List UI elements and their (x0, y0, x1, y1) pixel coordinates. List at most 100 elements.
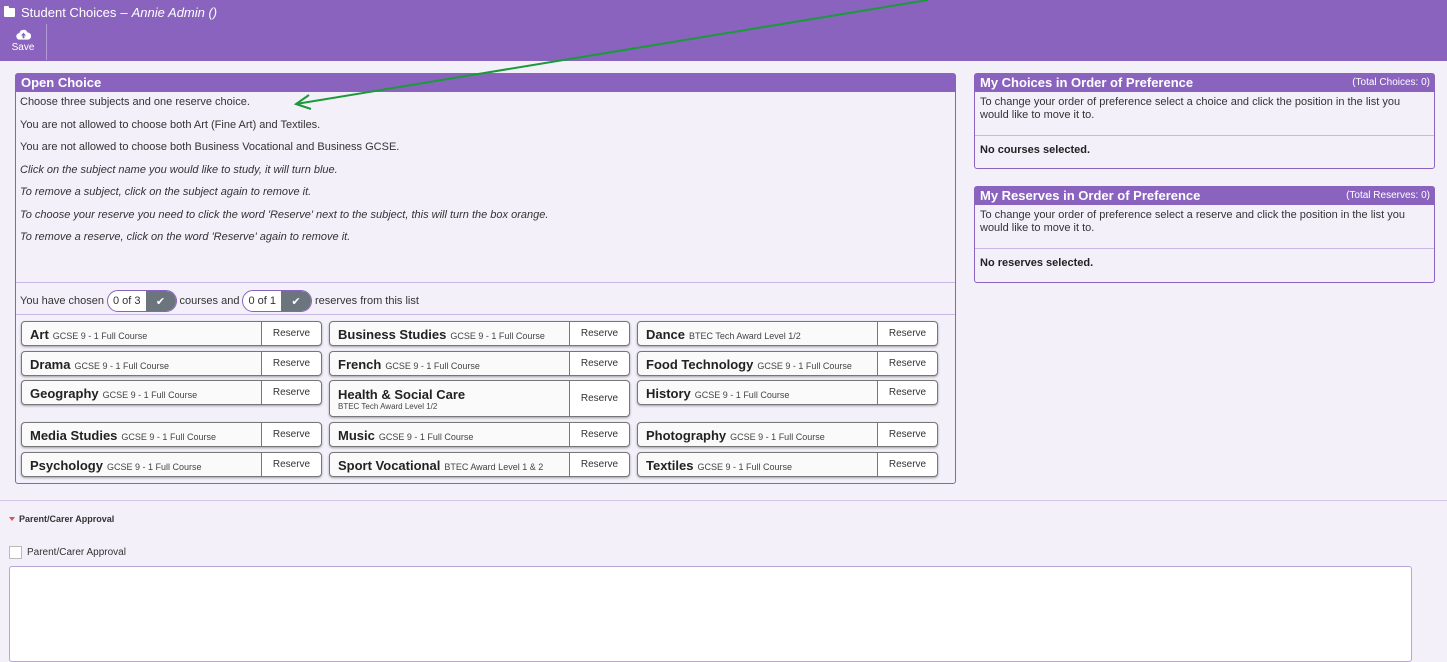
reserves-counter: 0 of 1 ✔ (242, 290, 312, 312)
course-level: BTEC Tech Award Level 1/2 (689, 331, 801, 341)
course-name: Business Studies GCSE 9 - 1 Full Course (338, 327, 545, 342)
course-drama[interactable]: Drama GCSE 9 - 1 Full Course Reserve (21, 351, 322, 376)
course-business-studies[interactable]: Business Studies GCSE 9 - 1 Full Course R… (329, 321, 630, 346)
section-divider (0, 500, 1447, 501)
approval-section-toggle[interactable]: Parent/Carer Approval (9, 514, 114, 524)
instruction-line: You are not allowed to choose both Busin… (20, 141, 400, 153)
my-choices-empty: No courses selected. (980, 144, 1091, 156)
reserve-button[interactable]: Reserve (569, 381, 629, 416)
course-media-studies[interactable]: Media Studies GCSE 9 - 1 Full Course Rese… (21, 422, 322, 447)
course-level: GCSE 9 - 1 Full Course (74, 361, 169, 371)
course-name: Music GCSE 9 - 1 Full Course (338, 428, 474, 443)
reserve-button[interactable]: Reserve (877, 352, 937, 375)
instructions: Choose three subjects and one reserve ch… (16, 92, 955, 245)
total-choices: (Total Choices: 0) (1352, 77, 1430, 88)
course-name: Geography GCSE 9 - 1 Full Course (30, 386, 198, 401)
instruction-line: To remove a reserve, click on the word '… (20, 231, 351, 243)
course-level: BTEC Tech Award Level 1/2 (338, 402, 438, 411)
course-name: Photography GCSE 9 - 1 Full Course (646, 428, 825, 443)
course-level: GCSE 9 - 1 Full Course (385, 361, 480, 371)
title-text: Student Choices (21, 5, 117, 20)
title-dash: – (120, 5, 128, 20)
my-reserves-help: To change your order of preference selec… (975, 205, 1434, 249)
reserves-count: 0 of 1 (248, 295, 276, 307)
course-name: Food Technology GCSE 9 - 1 Full Course (646, 357, 852, 372)
course-level: BTEC Award Level 1 & 2 (444, 462, 544, 472)
course-name: Drama GCSE 9 - 1 Full Course (30, 357, 169, 372)
course-name: Media Studies GCSE 9 - 1 Full Course (30, 428, 216, 443)
chosen-summary: You have chosen 0 of 3 ✔ courses and 0 o… (20, 290, 419, 312)
instruction-line: Choose three subjects and one reserve ch… (20, 96, 250, 108)
reserve-button[interactable]: Reserve (877, 322, 937, 345)
save-button[interactable]: Save (0, 24, 47, 60)
reserve-button[interactable]: Reserve (261, 352, 321, 375)
course-name: Psychology GCSE 9 - 1 Full Course (30, 458, 202, 473)
course-art[interactable]: Art GCSE 9 - 1 Full Course Reserve (21, 321, 322, 346)
course-name: Health & Social Care (338, 387, 466, 402)
course-name: French GCSE 9 - 1 Full Course (338, 357, 480, 372)
course-level: GCSE 9 - 1 Full Course (102, 390, 198, 400)
approval-checkbox[interactable] (9, 546, 22, 559)
course-level: GCSE 9 - 1 Full Course (694, 390, 790, 400)
reserve-button[interactable]: Reserve (877, 423, 937, 446)
caret-down-icon (9, 517, 15, 521)
my-reserves-header: My Reserves in Order of Preference (Tota… (975, 187, 1434, 205)
instruction-line: Click on the subject name you would like… (20, 163, 338, 176)
top-bar: Student Choices – Annie Admin () Save (0, 0, 1447, 61)
course-level: GCSE 9 - 1 Full Course (121, 432, 216, 442)
course-food-technology[interactable]: Food Technology GCSE 9 - 1 Full Course Re… (637, 351, 938, 376)
courses-count: 0 of 3 (113, 295, 141, 307)
approval-section-label: Parent/Carer Approval (19, 514, 115, 524)
reserve-button[interactable]: Reserve (877, 381, 937, 404)
my-reserves-empty: No reserves selected. (980, 257, 1094, 269)
reserve-button[interactable]: Reserve (261, 423, 321, 446)
my-choices-panel: My Choices in Order of Preference (Total… (974, 73, 1435, 169)
course-health-social-care[interactable]: Health & Social Care BTEC Tech Award Lev… (329, 380, 630, 417)
course-psychology[interactable]: Psychology GCSE 9 - 1 Full Course Reserve (21, 452, 322, 477)
instruction-line: You are not allowed to choose both Art (… (20, 118, 321, 131)
divider (16, 282, 955, 283)
check-icon: ✔ (145, 291, 176, 311)
course-level: GCSE 9 - 1 Full Course (106, 462, 202, 472)
approval-checkbox-label: Parent/Carer Approval (27, 547, 126, 558)
approval-notes-textarea[interactable] (9, 566, 1412, 662)
course-level: GCSE 9 - 1 Full Course (378, 432, 474, 442)
course-history[interactable]: History GCSE 9 - 1 Full Course Reserve (637, 380, 938, 405)
reserve-button[interactable]: Reserve (569, 322, 629, 345)
reserve-button[interactable]: Reserve (261, 381, 321, 404)
course-level: GCSE 9 - 1 Full Course (450, 331, 545, 341)
course-geography[interactable]: Geography GCSE 9 - 1 Full Course Reserve (21, 380, 322, 405)
course-french[interactable]: French GCSE 9 - 1 Full Course Reserve (329, 351, 630, 376)
folder-open-icon (4, 6, 15, 17)
course-textiles[interactable]: Textiles GCSE 9 - 1 Full Course Reserve (637, 452, 938, 477)
course-level: GCSE 9 - 1 Full Course (757, 361, 852, 371)
course-name: Sport Vocational BTEC Award Level 1 & 2 (338, 458, 544, 473)
reserve-button[interactable]: Reserve (877, 453, 937, 476)
my-choices-title: My Choices in Order of Preference (980, 75, 1194, 90)
course-name: Textiles GCSE 9 - 1 Full Course (646, 458, 792, 473)
reserve-button[interactable]: Reserve (261, 453, 321, 476)
course-level: GCSE 9 - 1 Full Course (697, 462, 792, 472)
course-photography[interactable]: Photography GCSE 9 - 1 Full Course Reserv… (637, 422, 938, 447)
course-name: Dance BTEC Tech Award Level 1/2 (646, 327, 801, 342)
course-name: Art GCSE 9 - 1 Full Course (30, 327, 148, 342)
divider (16, 314, 955, 315)
course-level: GCSE 9 - 1 Full Course (730, 432, 825, 442)
course-music[interactable]: Music GCSE 9 - 1 Full Course Reserve (329, 422, 630, 447)
reserve-button[interactable]: Reserve (569, 423, 629, 446)
check-icon: ✔ (281, 291, 311, 311)
chosen-prefix: You have chosen (20, 295, 104, 307)
reserve-button[interactable]: Reserve (261, 322, 321, 345)
instruction-line: To choose your reserve you need to click… (20, 208, 549, 221)
course-dance[interactable]: Dance BTEC Tech Award Level 1/2 Reserve (637, 321, 938, 346)
approval-checkbox-row: Parent/Carer Approval (9, 546, 126, 559)
reserve-button[interactable]: Reserve (569, 352, 629, 375)
save-label: Save (11, 42, 35, 53)
cloud-upload-icon (15, 29, 31, 40)
course-level: GCSE 9 - 1 Full Course (52, 331, 148, 341)
my-choices-header: My Choices in Order of Preference (Total… (975, 74, 1434, 92)
course-sport-vocational[interactable]: Sport Vocational BTEC Award Level 1 & 2 R… (329, 452, 630, 477)
reserve-button[interactable]: Reserve (569, 453, 629, 476)
course-name: History GCSE 9 - 1 Full Course (646, 386, 790, 401)
instruction-line: To remove a subject, click on the subjec… (20, 186, 312, 198)
